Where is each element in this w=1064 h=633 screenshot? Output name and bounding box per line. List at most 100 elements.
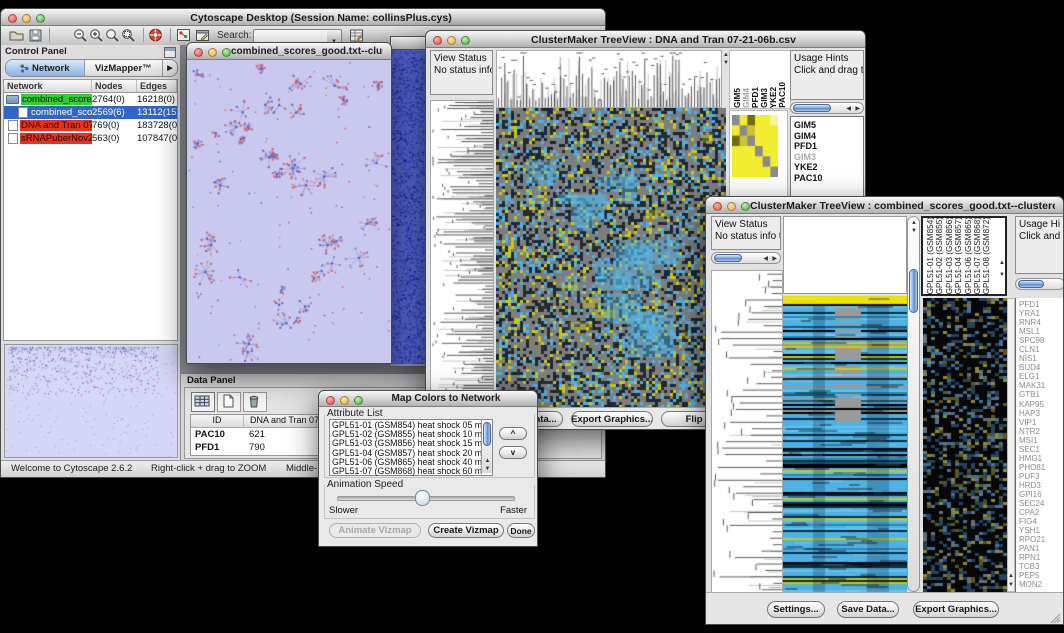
network-table-header[interactable]: Network Nodes Edges xyxy=(4,80,177,93)
speed-slider-thumb[interactable] xyxy=(415,490,430,506)
zoom-out-icon[interactable] xyxy=(73,28,90,43)
birdseye-view-canvas[interactable] xyxy=(4,344,178,458)
resize-grip-icon[interactable] xyxy=(1049,612,1061,624)
zoom-selected-icon[interactable] xyxy=(121,28,138,43)
help-lifesaver-icon[interactable] xyxy=(148,28,165,43)
minimize-icon[interactable] xyxy=(22,14,31,23)
attribute-item[interactable]: GPL51-07 (GSM868) heat shock 60 min xyxy=(332,467,482,476)
zoom-window-icon[interactable] xyxy=(354,396,363,405)
gene-label[interactable]: VIP1 xyxy=(1019,418,1064,427)
gene-label[interactable]: SPC98 xyxy=(1019,336,1064,345)
create-vizmap-button[interactable]: Create Vizmap xyxy=(428,523,504,538)
row-dendrogram-canvas[interactable] xyxy=(711,270,783,594)
scroll-down-icon[interactable]: ▼ xyxy=(1008,582,1014,588)
gene-label[interactable]: GTB1 xyxy=(1019,390,1064,399)
gene-label[interactable]: KAP95 xyxy=(1019,400,1064,409)
settings-button[interactable]: Settings... xyxy=(767,601,825,618)
scroll-up-icon[interactable]: ▲ xyxy=(911,220,917,226)
treeview2-left-hscrollbar[interactable]: ◀ ▶ xyxy=(711,252,781,264)
tab-vizmapper[interactable]: VizMapper™ xyxy=(85,60,164,76)
minimize-icon[interactable] xyxy=(447,36,456,45)
attribute-item[interactable]: GPL51-04 (GSM857) heat shock 20 min xyxy=(332,449,482,458)
scroll-down-icon[interactable]: ▼ xyxy=(911,228,917,234)
heatmap-canvas[interactable] xyxy=(496,108,726,407)
gene-label[interactable]: RPN1 xyxy=(1019,553,1064,562)
gene-label[interactable]: GPI16 xyxy=(1019,490,1064,499)
animate-vizmap-button[interactable]: Animate Vizmap xyxy=(329,523,421,538)
zoom-fit-icon[interactable] xyxy=(105,28,122,43)
save-icon[interactable] xyxy=(28,28,45,43)
close-icon[interactable] xyxy=(194,48,203,57)
network-view-title-bar[interactable]: combined_scores_good.txt--cluste... xyxy=(186,42,392,60)
column-dendrogram-canvas[interactable] xyxy=(496,50,722,108)
zoom-in-icon[interactable] xyxy=(89,28,106,43)
gene-label[interactable]: HMG1 xyxy=(1019,454,1064,463)
gene-label[interactable]: PAC10 xyxy=(794,173,863,184)
table-panel-icon[interactable] xyxy=(191,392,215,412)
treeview1-hscrollbar[interactable]: ◀ ▶ xyxy=(790,102,864,114)
gene-label[interactable]: PUF3 xyxy=(1019,472,1064,481)
done-button[interactable]: Done xyxy=(507,523,535,538)
tab-network[interactable]: Network xyxy=(6,60,85,76)
move-up-button[interactable]: ^ xyxy=(499,427,527,440)
scroll-left-icon[interactable]: ◀ xyxy=(763,256,768,262)
gene-label[interactable]: PFD1 xyxy=(794,141,863,152)
gene-label[interactable]: NIS1 xyxy=(1019,354,1064,363)
gene-label[interactable]: TCB3 xyxy=(1019,562,1064,571)
gene-label[interactable]: YSH1 xyxy=(1019,526,1064,535)
gene-label[interactable]: SEC1 xyxy=(1019,445,1064,454)
scroll-right-icon[interactable]: ▶ xyxy=(855,106,860,112)
zoom-window-icon[interactable] xyxy=(222,48,231,57)
minimize-icon[interactable] xyxy=(727,202,736,211)
close-icon[interactable] xyxy=(713,202,722,211)
new-attribute-icon[interactable] xyxy=(217,392,241,412)
scroll-down-icon[interactable]: ▼ xyxy=(485,466,491,472)
scroll-up-icon[interactable]: ▲ xyxy=(485,458,491,464)
treeview1-title-bar[interactable]: ClusterMaker TreeView : DNA and Tran 07-… xyxy=(425,30,866,48)
export-graphics-button[interactable]: Export Graphics... xyxy=(571,411,653,427)
move-down-button[interactable]: v xyxy=(499,446,527,459)
minimize-icon[interactable] xyxy=(208,48,217,57)
close-icon[interactable] xyxy=(8,14,17,23)
save-data-button[interactable]: Save Data... xyxy=(837,601,899,618)
tab-overflow-arrow[interactable]: ▶ xyxy=(163,60,177,76)
zoom-matrix-canvas[interactable] xyxy=(732,115,778,177)
attribute-item[interactable]: GPL51-02 (GSM855) heat shock 10 min xyxy=(332,430,482,439)
network-row[interactable]: sRNAPuberNov2+ 563(0) 107847(0) xyxy=(4,132,177,145)
export-graphics-button[interactable]: Export Graphics... xyxy=(913,601,999,618)
gene-label[interactable]: CPA2 xyxy=(1019,508,1064,517)
gene-label[interactable]: YKE2 xyxy=(794,162,863,173)
row-dendrogram-canvas[interactable] xyxy=(430,100,494,409)
gene-label[interactable]: YRA1 xyxy=(1019,309,1064,318)
treeview2-title-bar[interactable]: ClusterMaker TreeView : combined_scores_… xyxy=(705,196,1064,214)
dialog-title-bar[interactable]: Map Colors to Network xyxy=(318,390,538,407)
scroll-up-icon[interactable]: ▲ xyxy=(999,260,1005,266)
gene-label[interactable]: MAK31 xyxy=(1019,381,1064,390)
zoom-window-icon[interactable] xyxy=(461,36,470,45)
attribute-item[interactable]: GPL51-06 (GSM865) heat shock 40 min xyxy=(332,458,482,467)
column-network[interactable]: Network xyxy=(4,80,92,92)
attribute-item[interactable]: GPL51-01 (GSM854) heat shock 05 min xyxy=(332,421,482,430)
attribute-list-vscrollbar[interactable]: ▲ ▼ xyxy=(481,420,492,473)
open-file-icon[interactable] xyxy=(9,28,26,43)
gene-label[interactable]: NTR2 xyxy=(1019,427,1064,436)
scroll-right-icon[interactable]: ▶ xyxy=(772,256,777,262)
network-row[interactable]: DNA and Tran 07 769(0) 183728(0) xyxy=(4,119,177,132)
minimize-icon[interactable] xyxy=(340,396,349,405)
gene-label[interactable]: GIM5 xyxy=(794,120,863,131)
main-title-bar[interactable]: Cytoscape Desktop (Session Name: collins… xyxy=(0,8,606,26)
scroll-left-icon[interactable]: ◀ xyxy=(846,106,851,112)
attribute-item[interactable]: GPL51-03 (GSM856) heat shock 15 min xyxy=(332,439,482,448)
gene-label[interactable]: BUD4 xyxy=(1019,363,1064,372)
gene-label[interactable]: GIM4 xyxy=(794,131,863,142)
gene-label[interactable]: MON2 xyxy=(1019,580,1064,589)
column-edges[interactable]: Edges xyxy=(137,80,177,92)
gene-label[interactable]: SEC24 xyxy=(1019,499,1064,508)
heatmap-canvas[interactable] xyxy=(783,296,907,592)
id-column-header[interactable]: ID xyxy=(191,415,244,427)
delete-attribute-icon[interactable] xyxy=(243,392,267,412)
scroll-up-icon[interactable]: ▲ xyxy=(1008,573,1014,579)
scroll-down-icon[interactable]: ▼ xyxy=(999,272,1005,278)
zoom-window-icon[interactable] xyxy=(741,202,750,211)
gene-label[interactable]: HAP3 xyxy=(1019,409,1064,418)
